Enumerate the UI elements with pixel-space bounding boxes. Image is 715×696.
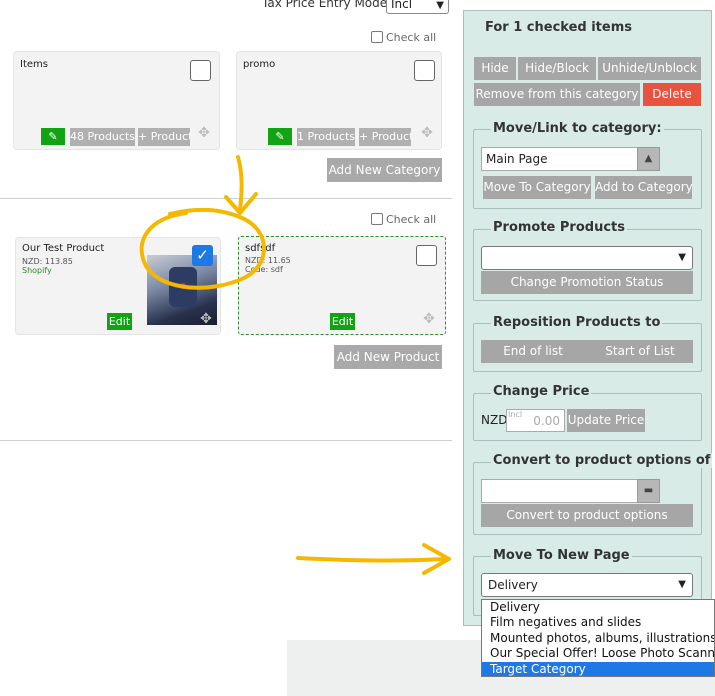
annotation-circle [139, 207, 266, 290]
annotation-overlay [139, 155, 451, 575]
annotation-arrow-down [236, 155, 244, 212]
annotation-arrow-right [296, 556, 447, 563]
